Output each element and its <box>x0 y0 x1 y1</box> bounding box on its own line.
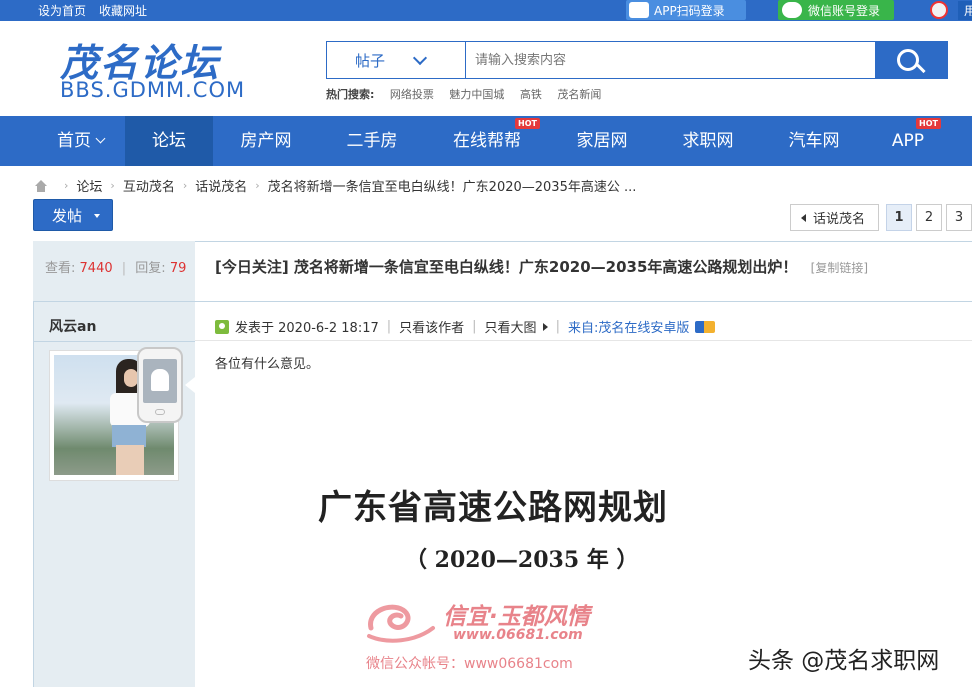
phone-icon <box>629 2 649 18</box>
breadcrumb-item[interactable]: 互动茂名 <box>123 176 175 195</box>
android-client-icon <box>137 347 183 423</box>
replies-count: 79 <box>169 261 187 276</box>
only-images-link[interactable]: 只看大图 <box>485 317 537 336</box>
watermark-logo-icon <box>367 604 435 643</box>
hot-search-link[interactable]: 魅力中国城 <box>449 88 504 101</box>
image-document-subtitle: （ 2020—2035 年 ） <box>405 547 639 573</box>
post-body: 各位有什么意见。 <box>215 357 320 372</box>
new-post-label: 发帖 <box>52 206 83 225</box>
search-icon <box>897 49 919 71</box>
breadcrumb: › 论坛 › 互动茂名 › 话说茂名 › 茂名将新增一条信宜至电白纵线！广东20… <box>34 176 636 195</box>
hot-search-label: 热门搜索: <box>326 88 375 101</box>
page-3-button[interactable]: 3 <box>946 204 972 231</box>
wechat-login-label: 微信账号登录 <box>808 3 881 18</box>
post-date: 发表于 2020-6-2 18:17 <box>235 321 379 336</box>
replies-label: 回复: <box>135 261 166 276</box>
source-credit: 头条 @茂名求职网 <box>748 648 940 674</box>
site-domain: BBS.GDMM.COM <box>60 78 246 102</box>
app-logo-icon <box>695 320 716 333</box>
search-button[interactable] <box>875 41 947 79</box>
user-login-label: 用 <box>958 0 972 20</box>
top-utility-bar: 设为首页 收藏网址 APP扫码登录 微信账号登录 用 <box>0 0 972 21</box>
page-2-button[interactable]: 2 <box>916 204 942 231</box>
watermark-wechat: 微信公众帐号：www06681com <box>366 656 573 672</box>
online-user-icon <box>215 319 229 334</box>
copy-link-button[interactable]: [复制链接] <box>811 261 868 275</box>
nav-item-home-furnishing[interactable]: 家居网 <box>558 116 646 166</box>
only-author-link[interactable]: 只看该作者 <box>399 317 464 336</box>
thread-title: [今日关注] 茂名将新增一条信宜至电白纵线！广东2020—2035年高速公路规划… <box>215 256 868 277</box>
main-nav: 首页 论坛 房产网 二手房 在线帮帮 HOT 家居网 求职网 汽车网 APP H… <box>0 116 972 166</box>
wechat-icon <box>782 2 802 18</box>
nav-item-online-help[interactable]: 在线帮帮 HOT <box>441 116 540 166</box>
breadcrumb-item[interactable]: 话说茂名 <box>195 176 247 195</box>
triangle-left-icon <box>801 214 806 222</box>
nav-item-secondhand-house[interactable]: 二手房 <box>328 116 416 166</box>
search-bar: 帖子 <box>326 41 948 79</box>
post-meta: 发表于 2020-6-2 18:17 | 只看该作者 | 只看大图 | 来自:茂… <box>215 317 716 336</box>
wechat-login-button[interactable]: 微信账号登录 <box>778 0 894 20</box>
page-1-button[interactable]: 1 <box>886 204 912 231</box>
image-document-title: 广东省高速公路网规划 <box>318 488 668 528</box>
app-scan-login-button[interactable]: APP扫码登录 <box>626 0 746 20</box>
divider <box>33 341 195 342</box>
app-login-label: APP扫码登录 <box>654 3 725 18</box>
hot-badge: HOT <box>515 118 540 129</box>
author-name[interactable]: 风云an <box>49 316 96 336</box>
divider <box>195 340 972 341</box>
watermark-title: 信宜·玉都风情 <box>443 604 590 630</box>
views-count: 7440 <box>79 261 113 276</box>
nav-item-forum[interactable]: 论坛 <box>125 116 213 166</box>
back-to-board-button[interactable]: 话说茂名 <box>790 204 879 231</box>
hot-search-link[interactable]: 高铁 <box>520 88 542 101</box>
watermark-url: www.06681.com <box>453 627 583 643</box>
nav-item-app[interactable]: APP HOT <box>868 116 948 166</box>
play-icon <box>542 322 548 331</box>
post-source-link[interactable]: 来自:茂名在线安卓版 <box>568 317 689 336</box>
breadcrumb-current: 茂名将新增一条信宜至电白纵线！广东2020—2035年高速公 ... <box>267 180 637 195</box>
android-icon <box>151 369 169 391</box>
nav-item-cars[interactable]: 汽车网 <box>770 116 858 166</box>
chevron-down-icon <box>95 133 106 144</box>
search-input[interactable] <box>467 42 877 78</box>
search-type-label: 帖子 <box>355 51 386 70</box>
divider <box>195 301 972 302</box>
hot-search-link[interactable]: 茂名新闻 <box>557 88 601 101</box>
thread-stats: 查看: 7440 | 回复: 79 <box>33 241 195 302</box>
nav-item-jobs[interactable]: 求职网 <box>664 116 752 166</box>
set-homepage-link[interactable]: 设为首页 <box>38 2 86 19</box>
hot-searches: 热门搜索: 网络投票 魅力中国城 高铁 茂名新闻 <box>326 86 613 102</box>
search-type-select[interactable]: 帖子 <box>327 42 466 78</box>
nav-item-home[interactable]: 首页 <box>36 116 125 166</box>
chevron-down-icon <box>412 50 428 66</box>
new-post-button[interactable]: 发帖 <box>33 199 113 231</box>
back-to-board-label: 话说茂名 <box>813 212 866 227</box>
thread-title-text[interactable]: [今日关注] 茂名将新增一条信宜至电白纵线！广东2020—2035年高速公路规划… <box>215 258 797 276</box>
breadcrumb-item[interactable]: 论坛 <box>76 176 102 195</box>
hot-search-link[interactable]: 网络投票 <box>390 88 434 101</box>
home-icon[interactable] <box>34 179 48 192</box>
views-label: 查看: <box>45 261 76 276</box>
qq-icon <box>930 1 948 19</box>
hot-badge: HOT <box>916 118 941 129</box>
qq-login-button[interactable]: 用 <box>926 0 972 20</box>
speech-pointer <box>185 377 195 393</box>
caret-down-icon <box>94 214 100 218</box>
nav-item-realestate[interactable]: 房产网 <box>222 116 310 166</box>
bookmark-link[interactable]: 收藏网址 <box>99 2 147 19</box>
